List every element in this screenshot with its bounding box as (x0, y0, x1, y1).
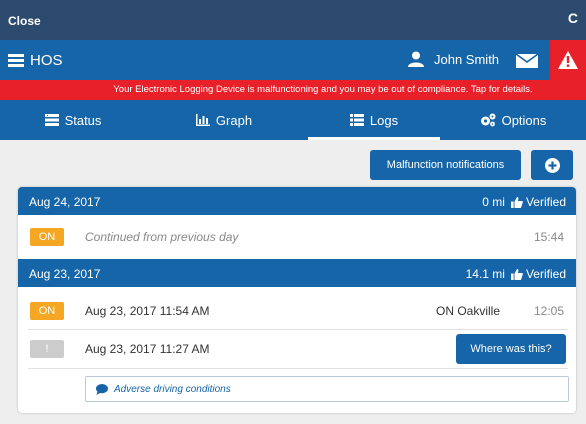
day-header[interactable]: Aug 24, 2017 0 mi Verified (18, 187, 576, 215)
gears-icon (480, 113, 496, 127)
tab-status-label: Status (64, 112, 102, 128)
annotation-text: Adverse driving conditions (114, 383, 231, 395)
day-distance: 14.1 mi (465, 267, 505, 281)
day-date: Aug 23, 2017 (29, 267, 101, 281)
day-status: Verified (525, 267, 566, 281)
logs-card: Aug 24, 2017 0 mi Verified ON Continued … (18, 187, 576, 413)
log-description: Continued from previous day (85, 230, 239, 244)
close-button[interactable]: Close (8, 14, 41, 28)
where-was-this-button[interactable]: Where was this? (456, 334, 566, 364)
log-description: Aug 23, 2017 11:54 AM (85, 304, 210, 318)
top-bar: Close C (0, 0, 586, 40)
log-time: 12:05 (533, 304, 564, 318)
tab-logs-label: Logs (369, 112, 399, 128)
unknown-status-badge: ! (30, 340, 64, 358)
refresh-icon[interactable]: C (568, 10, 578, 26)
menu-button[interactable]: HOS (8, 51, 63, 69)
tab-bar: Status Graph Logs Options (0, 100, 586, 140)
warning-icon (558, 51, 578, 69)
hamburger-icon (8, 54, 24, 67)
day-date: Aug 24, 2017 (29, 195, 101, 209)
list-icon (349, 114, 364, 126)
log-location: ON Oakville (436, 304, 501, 318)
mail-icon[interactable] (516, 54, 538, 68)
malfunction-banner[interactable]: Your Electronic Logging Device is malfun… (0, 80, 586, 100)
tab-status[interactable]: Status (0, 100, 146, 140)
add-log-button[interactable] (531, 150, 573, 180)
tab-options[interactable]: Options (440, 100, 586, 140)
row-divider (28, 368, 568, 369)
log-time: 15:44 (533, 230, 564, 244)
log-row[interactable]: ON Aug 23, 2017 11:54 AM ON Oakville 12:… (18, 294, 576, 332)
day-header[interactable]: Aug 23, 2017 14.1 mi Verified (18, 259, 576, 287)
status-icon (44, 114, 59, 126)
thumbs-up-icon (510, 268, 523, 280)
duty-status-badge: ON (30, 302, 64, 320)
comment-icon (96, 383, 108, 395)
log-row[interactable]: ON Continued from previous day 15:44 (18, 218, 576, 256)
app-header: HOS John Smith (0, 40, 586, 80)
user-menu[interactable]: John Smith (408, 51, 499, 67)
log-description: Aug 23, 2017 11:27 AM (85, 342, 210, 356)
warning-button[interactable] (550, 40, 586, 80)
tab-options-label: Options (501, 112, 547, 128)
thumbs-up-icon (510, 196, 523, 208)
graph-icon (195, 114, 210, 126)
day-distance: 0 mi (482, 195, 505, 209)
plus-circle-icon (544, 157, 560, 173)
tab-graph[interactable]: Graph (146, 100, 302, 140)
user-name: John Smith (434, 51, 500, 67)
tab-logs[interactable]: Logs (308, 100, 440, 140)
tab-graph-label: Graph (215, 112, 253, 128)
app-title: HOS (30, 51, 63, 69)
annotation-note[interactable]: Adverse driving conditions (85, 376, 569, 402)
duty-status-badge: ON (30, 228, 64, 246)
day-status: Verified (525, 195, 566, 209)
malfunction-notifications-button[interactable]: Malfunction notifications (370, 150, 521, 180)
user-icon (408, 51, 424, 67)
